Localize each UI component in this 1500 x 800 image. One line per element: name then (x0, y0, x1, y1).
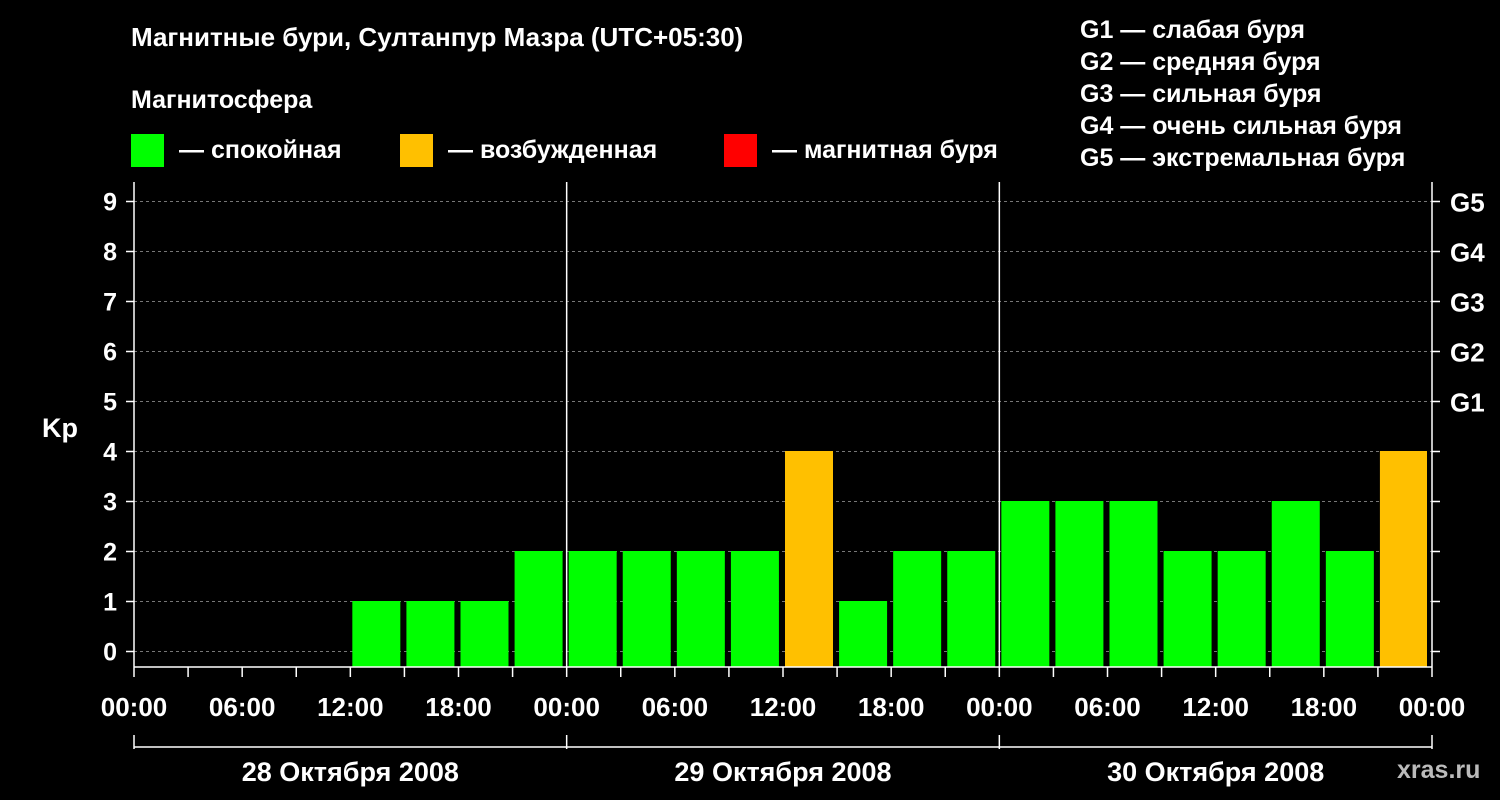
y-tick-label: 7 (103, 289, 117, 317)
y-tick-label: 9 (103, 189, 117, 217)
kp-bar (676, 551, 725, 667)
kp-bar (1055, 501, 1104, 667)
x-tick-label: 06:00 (209, 692, 276, 722)
day-label: 28 Октября 2008 (242, 757, 459, 787)
g-level-label: G3 (1450, 288, 1485, 318)
kp-bar (352, 601, 401, 667)
g-level-label: G4 (1450, 238, 1485, 268)
kp-bar (730, 551, 779, 667)
x-tick-label: 12:00 (1182, 692, 1249, 722)
x-tick-label: 18:00 (858, 692, 925, 722)
y-tick-label: 5 (103, 389, 117, 417)
x-tick-label: 00:00 (533, 692, 600, 722)
x-tick-label: 06:00 (642, 692, 709, 722)
kp-bar (1001, 501, 1050, 667)
x-tick-label: 18:00 (425, 692, 492, 722)
kp-bar (622, 551, 671, 667)
y-tick-label: 3 (103, 489, 117, 517)
y-axis-label: Kp (42, 413, 78, 443)
kp-bar (785, 451, 833, 667)
watermark: xras.ru (1397, 756, 1481, 784)
kp-bar (1163, 551, 1212, 667)
y-tick-label: 6 (103, 339, 117, 367)
y-tick-label: 8 (103, 239, 117, 267)
y-tick-label: 0 (103, 639, 117, 667)
y-tick-label: 1 (103, 589, 117, 617)
x-tick-label: 06:00 (1074, 692, 1141, 722)
g-level-label: G2 (1450, 338, 1485, 368)
g-level-label: G5 (1450, 188, 1485, 218)
kp-bar (1379, 451, 1427, 667)
x-tick-label: 18:00 (1291, 692, 1358, 722)
x-tick-label: 00:00 (966, 692, 1033, 722)
g-level-label: G1 (1450, 388, 1485, 418)
kp-bar (1217, 551, 1266, 667)
day-label: 30 Октября 2008 (1107, 757, 1324, 787)
x-tick-label: 00:00 (101, 692, 168, 722)
x-tick-label: 00:00 (1399, 692, 1466, 722)
x-tick-label: 12:00 (750, 692, 817, 722)
kp-bar (568, 551, 617, 667)
kp-bar (1325, 551, 1374, 667)
kp-bar (460, 601, 509, 667)
kp-bar (1109, 501, 1158, 667)
x-tick-label: 12:00 (317, 692, 384, 722)
y-tick-label: 4 (103, 439, 117, 467)
day-label: 29 Октября 2008 (674, 757, 891, 787)
kp-bar (406, 601, 455, 667)
kp-bar (893, 551, 942, 667)
kp-bar (1271, 501, 1320, 667)
y-tick-label: 2 (103, 539, 117, 567)
kp-bar (839, 601, 888, 667)
kp-bar (514, 551, 563, 667)
kp-bar (947, 551, 996, 667)
kp-chart: 0 1 2 3 4 5 6 7 8 9 G1 G2 G3 G4 G5 Kp 00:00 06:00 12:00 18:… (42, 182, 1485, 787)
